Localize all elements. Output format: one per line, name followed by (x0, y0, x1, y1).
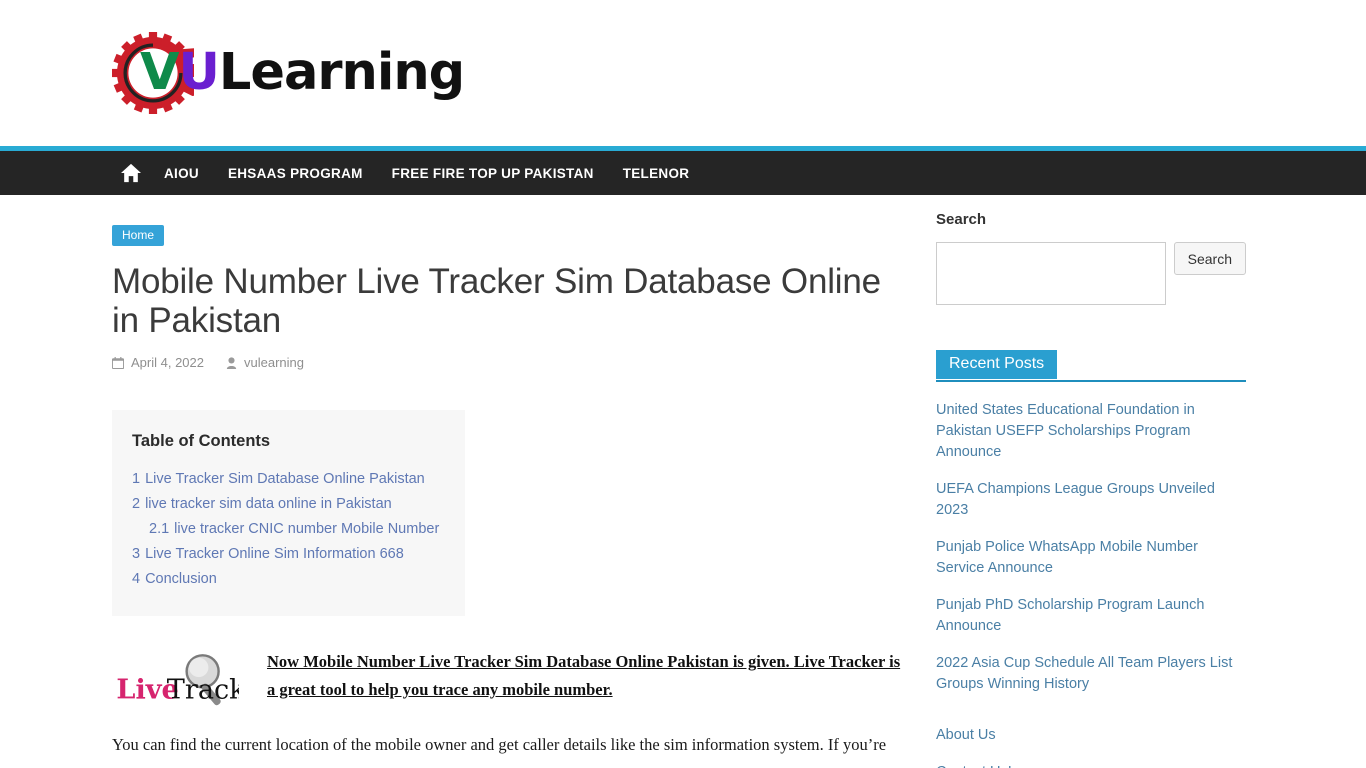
toc-item-number: 3 (132, 546, 141, 563)
page-title: Mobile Number Live Tracker Sim Database … (112, 262, 881, 341)
recent-posts-header: Recent Posts (936, 350, 1246, 382)
intro-paragraph: Now Mobile Number Live Tracker Sim Datab… (267, 652, 901, 700)
toc-item-number: 4 (132, 571, 141, 588)
toc-item-2-1[interactable]: 2.1 live tracker CNIC number Mobile Numbe… (132, 517, 441, 542)
page-link-contact-us[interactable]: Contact Us! (936, 762, 1246, 768)
recent-post-link-1[interactable]: United States Educational Foundation in … (936, 400, 1246, 463)
user-icon (226, 357, 237, 369)
post-meta: April 4, 2022 vulearning (112, 355, 902, 370)
toc-item-label: live tracker sim data online in Pakistan (145, 496, 392, 513)
page-link-about-us[interactable]: About Us (936, 725, 1246, 746)
list-item: UEFA Champions League Groups Unveiled 20… (936, 479, 1246, 521)
nav-item-telenor[interactable]: TELENOR (623, 166, 690, 181)
page-links-widget: About Us Contact Us! (936, 725, 1246, 768)
toc-item-label: live tracker CNIC number Mobile Number (174, 521, 440, 538)
post-author: vulearning (226, 355, 304, 370)
table-of-contents: Table of Contents 1 Live Tracker Sim Data… (112, 410, 465, 617)
search-widget: Search (936, 242, 1246, 305)
site-logo[interactable]: VULearning (112, 24, 465, 120)
list-item: Punjab Police WhatsApp Mobile Number Ser… (936, 537, 1246, 579)
svg-text:Tracker: Tracker (167, 675, 239, 706)
toc-item-1[interactable]: 1 Live Tracker Sim Database Online Pakist… (132, 467, 441, 492)
recent-post-link-4[interactable]: Punjab PhD Scholarship Program Launch An… (936, 595, 1246, 637)
site-header: VULearning (0, 0, 1366, 146)
recent-posts-list: United States Educational Foundation in … (936, 400, 1246, 695)
logo-letter-u: U (178, 43, 219, 102)
post-date-text: April 4, 2022 (131, 355, 204, 371)
logo-word-learning: Learning (218, 43, 465, 102)
recent-post-link-3[interactable]: Punjab Police WhatsApp Mobile Number Ser… (936, 537, 1246, 579)
toc-item-label: Live Tracker Online Sim Information 668 (145, 546, 404, 563)
toc-item-label: Live Tracker Sim Database Online Pakista… (145, 471, 425, 488)
page-body: Home Mobile Number Live Tracker Sim Data… (0, 195, 1366, 768)
home-icon (121, 163, 141, 183)
post-author-link[interactable]: vulearning (244, 355, 304, 370)
sidebar: Search Search Recent Posts United States… (936, 195, 1246, 768)
toc-item-number: 2 (132, 496, 141, 513)
toc-item-number: 1 (132, 471, 141, 488)
search-button[interactable]: Search (1173, 242, 1246, 275)
intro-block: Live Tracker Now Mobile Number Live Trac… (112, 648, 902, 710)
post-date: April 4, 2022 (112, 355, 204, 370)
toc-item-4[interactable]: 4 Conclusion (132, 567, 441, 592)
search-input[interactable] (936, 242, 1166, 305)
nav-home-button[interactable] (112, 151, 150, 195)
toc-item-label: Conclusion (145, 571, 217, 588)
recent-post-link-2[interactable]: UEFA Champions League Groups Unveiled 20… (936, 479, 1246, 521)
search-widget-title: Search (936, 211, 987, 228)
site-logo-text: VULearning (140, 38, 465, 108)
toc-item-number: 2.1 (149, 521, 170, 538)
main-navigation: AIOU EHSAAS PROGRAM FREE FIRE TOP UP PAK… (0, 151, 1366, 195)
list-item: United States Educational Foundation in … (936, 400, 1246, 463)
toc-title: Table of Contents (132, 432, 271, 451)
recent-posts-title: Recent Posts (936, 350, 1058, 379)
logo-letter-v: V (140, 43, 179, 102)
nav-item-free-fire-top-up-pakistan[interactable]: FREE FIRE TOP UP PAKISTAN (392, 166, 594, 181)
category-badge-home[interactable]: Home (112, 225, 165, 246)
toc-item-3[interactable]: 3 Live Tracker Online Sim Information 668 (132, 542, 441, 567)
list-item: Punjab PhD Scholarship Program Launch An… (936, 595, 1246, 637)
calendar-icon (112, 356, 124, 369)
list-item: 2022 Asia Cup Schedule All Team Players … (936, 653, 1246, 695)
nav-item-ehsaas-program[interactable]: EHSAAS PROGRAM (228, 166, 363, 181)
article-content: Home Mobile Number Live Tracker Sim Data… (112, 195, 902, 768)
nav-item-aiou[interactable]: AIOU (164, 166, 199, 181)
body-paragraph-1: You can find the current location of the… (112, 735, 887, 768)
live-tracker-logo: Live Tracker (116, 654, 239, 706)
toc-item-2[interactable]: 2 live tracker sim data online in Pakista… (132, 492, 441, 517)
toc-list: 1 Live Tracker Sim Database Online Pakist… (132, 467, 441, 592)
recent-post-link-5[interactable]: 2022 Asia Cup Schedule All Team Players … (936, 653, 1246, 695)
